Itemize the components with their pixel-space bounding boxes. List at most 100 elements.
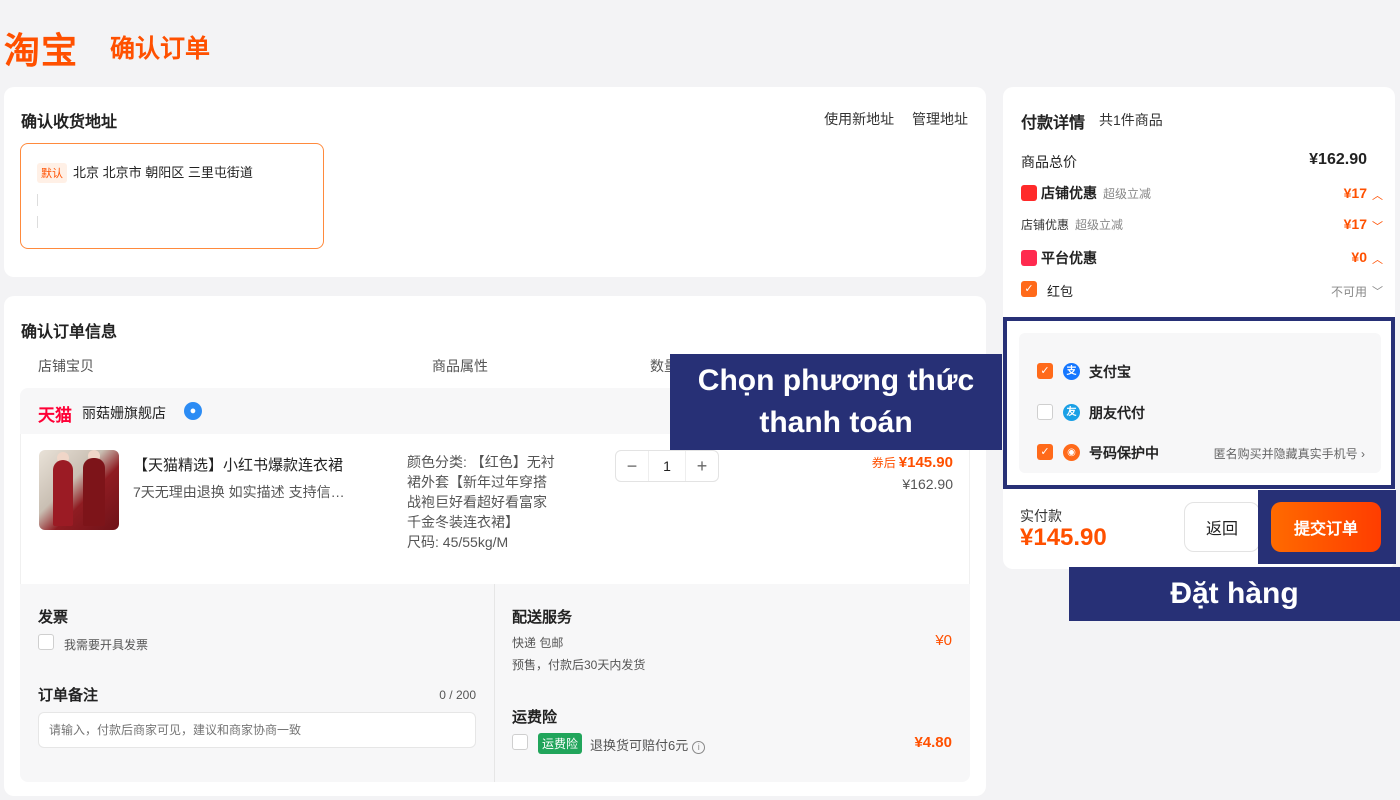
increase-button[interactable]: + — [686, 456, 718, 477]
shop-discount-value: ¥17 — [1343, 185, 1367, 201]
address-links: 使用新地址 管理地址 — [810, 109, 968, 129]
method-alipay[interactable]: ✓ 支 支付宝 — [1037, 361, 1377, 381]
callout-payment-line2: thanh toán — [759, 406, 913, 439]
address-text: 北京 北京市 朝阳区 三里屯街道 — [73, 165, 253, 180]
order-options-panel: 发票 我需要开具发票 订单备注 0 / 200 配送服务 快递 包邮 预售，付款… — [20, 584, 970, 782]
shop-discount-icon — [1021, 185, 1037, 201]
chat-icon[interactable]: ● — [184, 402, 202, 420]
invoice-title: 发票 — [38, 609, 69, 626]
payment-method-box: ✓ 支 支付宝 友 朋友代付 ✓ ◉ 号码保护中 匿名购买并隐藏真实手机号 › — [1003, 317, 1395, 489]
header: 淘宝 确认订单 — [0, 0, 1400, 86]
friend-pay-checkbox[interactable] — [1037, 404, 1053, 420]
price-after-coupon: 券后 ¥145.90 — [872, 454, 953, 471]
shipping-insurance-desc: 退换货可赔付6元 i — [590, 735, 706, 754]
address-card: 确认收货地址 使用新地址 管理地址 默认 北京 北京市 朝阳区 三里屯街道 — [4, 87, 986, 277]
submit-order-button[interactable]: 提交订单 — [1271, 502, 1381, 552]
alipay-icon: 支 — [1063, 363, 1080, 380]
decrease-button[interactable]: − — [616, 456, 648, 477]
note-counter: 0 / 200 — [439, 688, 476, 702]
alipay-checkbox[interactable]: ✓ — [1037, 363, 1053, 379]
actual-payment-value: ¥145.90 — [1020, 524, 1107, 551]
chevron-up-icon[interactable]: ︿ — [1372, 251, 1383, 267]
callout-payment-line1: Chọn phương thức — [697, 364, 975, 397]
page-title: 确认订单 — [110, 35, 211, 63]
shop-name[interactable]: 丽菇姗旗舰店 — [82, 403, 166, 423]
address-placeholder-line — [37, 194, 38, 206]
shipping-insurance-desc-text: 退换货可赔付6元 — [590, 738, 689, 753]
quantity-stepper: − 1 + — [615, 450, 719, 482]
delivery-title: 配送服务 — [512, 609, 573, 626]
friend-pay-icon: 友 — [1063, 404, 1080, 421]
coupon-label: 券后 — [871, 456, 896, 470]
back-button[interactable]: 返回 — [1184, 502, 1260, 552]
column-header-attr: 商品属性 — [432, 358, 488, 374]
delivery-method: 快递 包邮 — [512, 636, 564, 650]
redpacket-label: 红包 — [1047, 284, 1074, 299]
product-thumbnail[interactable] — [39, 450, 119, 530]
chevron-down-icon[interactable]: ﹀ — [1372, 218, 1383, 234]
number-protection-desc-text: 匿名购买并隐藏真实手机号 — [1213, 447, 1358, 461]
goods-total-label: 商品总价 — [1021, 154, 1077, 170]
attr-color: 颜色分类: 【红色】无衬裙外套【新年过年穿搭战袍巨好看超好看富家千金冬装连衣裙】 — [407, 454, 555, 530]
info-icon[interactable]: i — [692, 741, 706, 754]
chevron-down-icon[interactable]: ﹀ — [1372, 283, 1383, 299]
item-count: 共1件商品 — [1099, 112, 1163, 128]
address-placeholder-line — [37, 216, 38, 228]
product-attributes: 颜色分类: 【红色】无衬裙外套【新年过年穿搭战袍巨好看超好看富家千金冬装连衣裙】… — [407, 452, 557, 552]
delivery-price: ¥0 — [935, 632, 952, 649]
shop-discount-sub: 超级立减 — [1103, 187, 1152, 201]
shop-discount-row-label: 店铺优惠 — [1021, 218, 1070, 232]
attr-size: 尺码: 45/55kg/M — [407, 534, 509, 550]
chevron-right-icon: › — [1361, 447, 1365, 461]
manage-address-link[interactable]: 管理地址 — [912, 111, 968, 127]
order-note-input[interactable] — [38, 712, 476, 748]
default-badge: 默认 — [37, 163, 67, 183]
shop-discount-header[interactable]: 店铺优惠 超级立减 — [1021, 183, 1151, 203]
note-title: 订单备注 — [38, 687, 99, 704]
divider — [494, 584, 495, 782]
shop-discount-row-value: ¥17 — [1343, 216, 1367, 232]
price-new-value: ¥145.90 — [898, 454, 953, 471]
presale-note: 预售，付款后30天内发货 — [512, 658, 646, 672]
column-header-item: 店铺宝贝 — [38, 358, 94, 374]
invoice-option-label: 我需要开具发票 — [64, 638, 149, 652]
number-protection-checkbox[interactable]: ✓ — [1037, 444, 1053, 460]
redpacket-checkbox[interactable]: ✓ — [1021, 281, 1037, 297]
chevron-up-icon[interactable]: ︿ — [1372, 187, 1383, 203]
number-protection-label: 号码保护中 — [1089, 445, 1159, 461]
taobao-logo[interactable]: 淘宝 — [4, 22, 78, 74]
actual-payment-label: 实付款 — [1020, 508, 1062, 524]
callout-payment-method: Chọn phương thức thanh toán — [670, 354, 1002, 450]
order-item-row: 【天猫精选】小红书爆款连衣裙 7天无理由退换 如实描述 支持信… 颜色分类: 【… — [20, 434, 970, 584]
platform-discount-value: ¥0 — [1351, 249, 1367, 265]
shield-icon: ◉ — [1063, 444, 1080, 461]
payment-method-list: ✓ 支 支付宝 友 朋友代付 ✓ ◉ 号码保护中 匿名购买并隐藏真实手机号 › — [1019, 333, 1381, 473]
tmall-logo: 天猫 — [38, 406, 72, 425]
alipay-label: 支付宝 — [1089, 364, 1131, 380]
goods-total-value: ¥162.90 — [1309, 151, 1367, 168]
address-option[interactable]: 默认 北京 北京市 朝阳区 三里屯街道 — [20, 143, 324, 249]
submit-highlight: 提交订单 — [1258, 490, 1396, 564]
quantity-value[interactable]: 1 — [648, 451, 686, 481]
redpacket-status: 不可用 — [1330, 285, 1367, 299]
method-friend-pay[interactable]: 友 朋友代付 — [1037, 402, 1377, 422]
shipping-insurance-title: 运费险 — [512, 709, 558, 726]
product-services: 7天无理由退换 如实描述 支持信… — [133, 484, 345, 500]
shop-discount-label: 店铺优惠 — [1041, 185, 1097, 201]
new-address-link[interactable]: 使用新地址 — [824, 111, 894, 127]
price-original: ¥162.90 — [902, 476, 953, 492]
invoice-checkbox[interactable] — [38, 634, 54, 650]
shipping-insurance-tag: 运费险 — [538, 733, 583, 754]
shop-discount-row: 店铺优惠 超级立减 — [1021, 216, 1123, 233]
number-protection-desc[interactable]: 匿名购买并隐藏真实手机号 › — [1214, 445, 1365, 462]
shop-discount-row-sub: 超级立减 — [1075, 218, 1124, 232]
callout-place-order: Đặt hàng — [1069, 567, 1400, 621]
platform-discount-icon — [1021, 250, 1037, 266]
platform-discount-header[interactable]: 平台优惠 — [1021, 248, 1097, 268]
address-title: 确认收货地址 — [21, 114, 118, 131]
shipping-insurance-checkbox[interactable] — [512, 734, 528, 750]
friend-pay-label: 朋友代付 — [1089, 405, 1145, 421]
product-title[interactable]: 【天猫精选】小红书爆款连衣裙 — [133, 454, 343, 475]
payment-title: 付款详情 — [1021, 115, 1086, 132]
platform-discount-label: 平台优惠 — [1041, 250, 1097, 266]
